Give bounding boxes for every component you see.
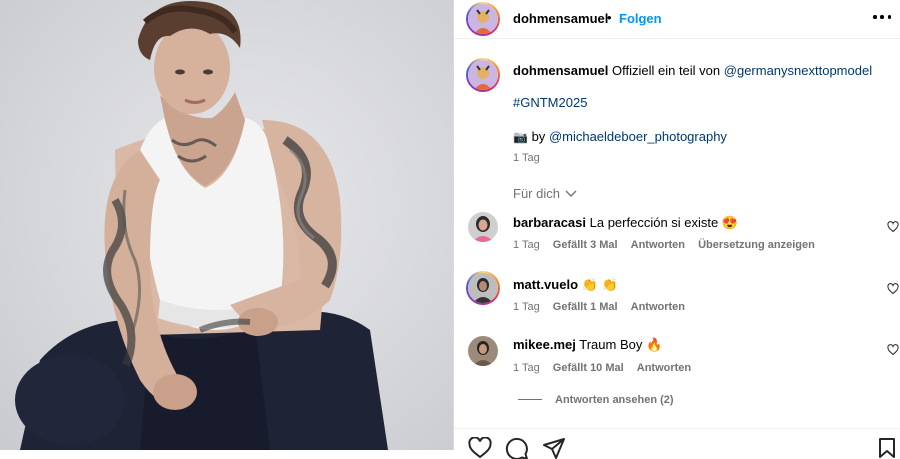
comment-meta-2: 1 Tag Gefällt 1 Mal Antworten bbox=[513, 301, 685, 313]
post-header: dohmensamuel • Folgen bbox=[454, 0, 900, 39]
comment-meta-1: 1 Tag Gefällt 3 Mal Antworten Übersetzun… bbox=[513, 239, 815, 251]
caption-avatar[interactable] bbox=[466, 58, 500, 92]
caption-avatar-image bbox=[468, 60, 498, 90]
caption-credit: 📷 by @michaeldeboer_photography bbox=[513, 128, 727, 146]
comment-like-heart-icon[interactable] bbox=[887, 283, 899, 295]
comment-avatar-image bbox=[468, 273, 498, 303]
comment-emoji: 😍 bbox=[721, 215, 739, 230]
comment-meta-3: 1 Tag Gefällt 10 Mal Antworten bbox=[513, 362, 691, 374]
caption-by-text: by bbox=[531, 129, 546, 144]
comment-username[interactable]: mikee.mej bbox=[513, 337, 576, 352]
comment-time: 1 Tag bbox=[513, 301, 540, 313]
comment-time: 1 Tag bbox=[513, 362, 540, 374]
separator-dot: • bbox=[607, 10, 612, 25]
author-username[interactable]: dohmensamuel bbox=[513, 11, 608, 26]
author-avatar-image bbox=[468, 4, 498, 34]
comment-translate-button[interactable]: Übersetzung anzeigen bbox=[698, 239, 815, 251]
comment-avatar-matt-vuelo[interactable] bbox=[466, 271, 500, 305]
model-illustration bbox=[15, 1, 388, 450]
comment-emoji: 🔥 bbox=[645, 337, 663, 352]
comment-emoji: 👏 👏 bbox=[581, 277, 618, 292]
comment-likes[interactable]: Gefällt 10 Mal bbox=[553, 362, 624, 374]
action-bar bbox=[454, 428, 900, 459]
more-options-icon[interactable] bbox=[873, 10, 891, 24]
caption-hashtag-link[interactable]: #GNTM2025 bbox=[513, 94, 587, 112]
replies-divider-line bbox=[518, 399, 542, 400]
comment-body-2: matt.vuelo 👏 👏 bbox=[513, 276, 618, 294]
sort-label: Für dich bbox=[513, 186, 560, 201]
comment-likes[interactable]: Gefällt 1 Mal bbox=[553, 301, 618, 313]
post-detail-panel: dohmensamuel • Folgen dohmensamuel Offiz… bbox=[453, 0, 900, 459]
comment-body-1: barbaracasi La perfección si existe 😍 bbox=[513, 214, 738, 232]
comments-sort-dropdown[interactable]: Für dich bbox=[513, 186, 577, 201]
comment-avatar-barbaracasi[interactable] bbox=[468, 212, 498, 242]
photographer-link[interactable]: @michaeldeboer_photography bbox=[549, 129, 727, 144]
camera-icon: 📷 bbox=[513, 130, 528, 144]
caption-username[interactable]: dohmensamuel bbox=[513, 63, 608, 78]
comment-like-heart-icon[interactable] bbox=[887, 344, 899, 356]
comment-time: 1 Tag bbox=[513, 239, 540, 251]
comment-reply-button[interactable]: Antworten bbox=[631, 301, 685, 313]
chevron-down-icon bbox=[565, 190, 577, 197]
comment-bubble-icon[interactable] bbox=[505, 437, 529, 459]
share-paper-plane-icon[interactable] bbox=[542, 437, 566, 459]
bookmark-save-icon[interactable] bbox=[878, 437, 896, 459]
caption-text: Offiziell ein teil von bbox=[611, 63, 721, 78]
caption-timestamp: 1 Tag bbox=[513, 152, 540, 164]
comment-reply-button[interactable]: Antworten bbox=[631, 239, 685, 251]
comment-like-heart-icon[interactable] bbox=[887, 221, 899, 233]
comment-likes[interactable]: Gefällt 3 Mal bbox=[553, 239, 618, 251]
like-heart-icon[interactable] bbox=[468, 437, 492, 459]
comment-avatar-image bbox=[468, 336, 498, 366]
comment-text: Traum Boy bbox=[579, 337, 643, 352]
comment-avatar-mikee-mej[interactable] bbox=[468, 336, 498, 366]
author-avatar[interactable] bbox=[466, 2, 500, 36]
comment-username[interactable]: matt.vuelo bbox=[513, 277, 578, 292]
comment-avatar-image bbox=[468, 212, 498, 242]
post-photo[interactable] bbox=[0, 0, 453, 450]
comment-reply-button[interactable]: Antworten bbox=[637, 362, 691, 374]
view-replies-button[interactable]: Antworten ansehen (2) bbox=[555, 394, 674, 406]
comment-text: La perfección si existe bbox=[589, 215, 719, 230]
comment-username[interactable]: barbaracasi bbox=[513, 215, 586, 230]
follow-button[interactable]: Folgen bbox=[619, 11, 662, 26]
caption-mention-link[interactable]: @germanysnexttopmodel bbox=[724, 63, 872, 78]
comment-body-3: mikee.mej Traum Boy 🔥 bbox=[513, 336, 662, 354]
caption-line: dohmensamuel Offiziell ein teil von @ger… bbox=[513, 62, 893, 80]
